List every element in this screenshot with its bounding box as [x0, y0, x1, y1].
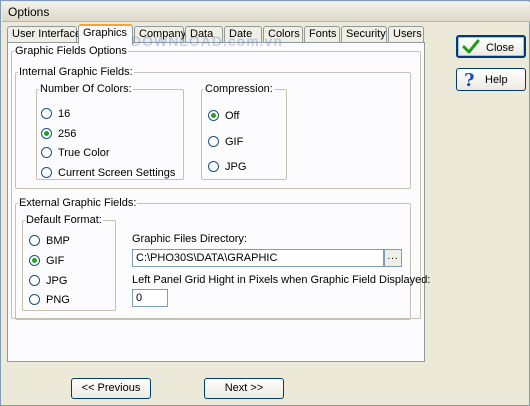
grid-height-input[interactable] [132, 289, 168, 307]
radio-button-icon [41, 147, 52, 158]
options-window: Options User Interface Graphics Company … [0, 0, 530, 406]
colors-true-color-label: True Color [58, 147, 110, 159]
radio-button-selected-icon [208, 110, 219, 121]
grid-height-label: Left Panel Grid Hight in Pixels when Gra… [132, 274, 431, 286]
tab-data[interactable]: Data [185, 26, 223, 43]
tab-date[interactable]: Date [224, 26, 262, 43]
tab-user-interface[interactable]: User Interface [7, 26, 81, 43]
colors-current-screen-label: Current Screen Settings [58, 167, 176, 179]
format-png-label: PNG [46, 294, 70, 306]
next-button[interactable]: Next >> [204, 378, 284, 399]
compression-off-label: Off [225, 110, 240, 122]
format-gif-label: GIF [46, 255, 65, 267]
default-format-label: Default Format: [26, 214, 102, 226]
graphic-fields-options-label: Graphic Fields Options [15, 45, 127, 57]
title-bar: Options [2, 2, 530, 22]
help-button-label: Help [485, 74, 508, 86]
close-button-label: Close [486, 42, 515, 54]
tab-colors[interactable]: Colors [263, 26, 303, 43]
format-bmp-label: BMP [46, 235, 70, 247]
tab-fonts[interactable]: Fonts [304, 26, 340, 43]
colors-16-label: 16 [58, 108, 71, 120]
radio-button-icon [29, 235, 40, 246]
radio-button-icon [41, 108, 52, 119]
graphic-fields-options-group: Graphic Fields Options Internal Graphic … [11, 45, 430, 320]
format-jpg-label: JPG [46, 275, 68, 287]
tab-users[interactable]: Users [388, 26, 424, 43]
graphic-files-directory-label: Graphic Files Directory: [132, 233, 247, 245]
graphic-files-directory-input[interactable] [132, 249, 384, 267]
internal-graphic-fields-label: Internal Graphic Fields: [19, 66, 133, 78]
default-format-group: Default Format: BMP GIF JPG PNG [22, 215, 116, 311]
colors-256-label: 256 [58, 128, 77, 140]
external-graphic-fields-group: External Graphic Fields: Default Format:… [15, 197, 430, 320]
radio-button-selected-icon [41, 128, 52, 139]
radio-button-icon [29, 275, 40, 286]
number-of-colors-group: Number Of Colors: 16 256 True Color Curr… [36, 84, 184, 180]
svg-text:?: ? [464, 70, 475, 90]
tab-security[interactable]: Security [341, 26, 387, 43]
radio-button-selected-icon [29, 255, 40, 266]
tab-graphics[interactable]: Graphics [78, 24, 133, 44]
radio-button-icon [208, 161, 219, 172]
radio-button-icon [29, 294, 40, 305]
compression-jpg-label: JPG [225, 161, 247, 173]
tab-company[interactable]: Company [134, 26, 186, 43]
question-mark-icon: ? [461, 70, 479, 93]
compression-gif-label: GIF [225, 136, 244, 148]
radio-button-icon [41, 167, 52, 178]
checkmark-icon [462, 38, 480, 59]
window-title: Options [8, 5, 50, 19]
internal-graphic-fields-group: Internal Graphic Fields: Number Of Color… [15, 67, 411, 189]
graphics-tab-panel: Graphic Fields Options Internal Graphic … [7, 42, 430, 362]
compression-label: Compression: [205, 83, 273, 95]
radio-button-icon [208, 136, 219, 147]
compression-group: Compression: Off GIF JPG [201, 84, 287, 180]
help-button[interactable]: ? Help [456, 68, 526, 91]
close-button[interactable]: Close [456, 35, 526, 58]
browse-directory-button[interactable]: ... [384, 249, 402, 267]
external-graphic-fields-label: External Graphic Fields: [19, 197, 137, 209]
previous-button[interactable]: << Previous [71, 378, 151, 399]
number-of-colors-label: Number Of Colors: [40, 83, 132, 95]
